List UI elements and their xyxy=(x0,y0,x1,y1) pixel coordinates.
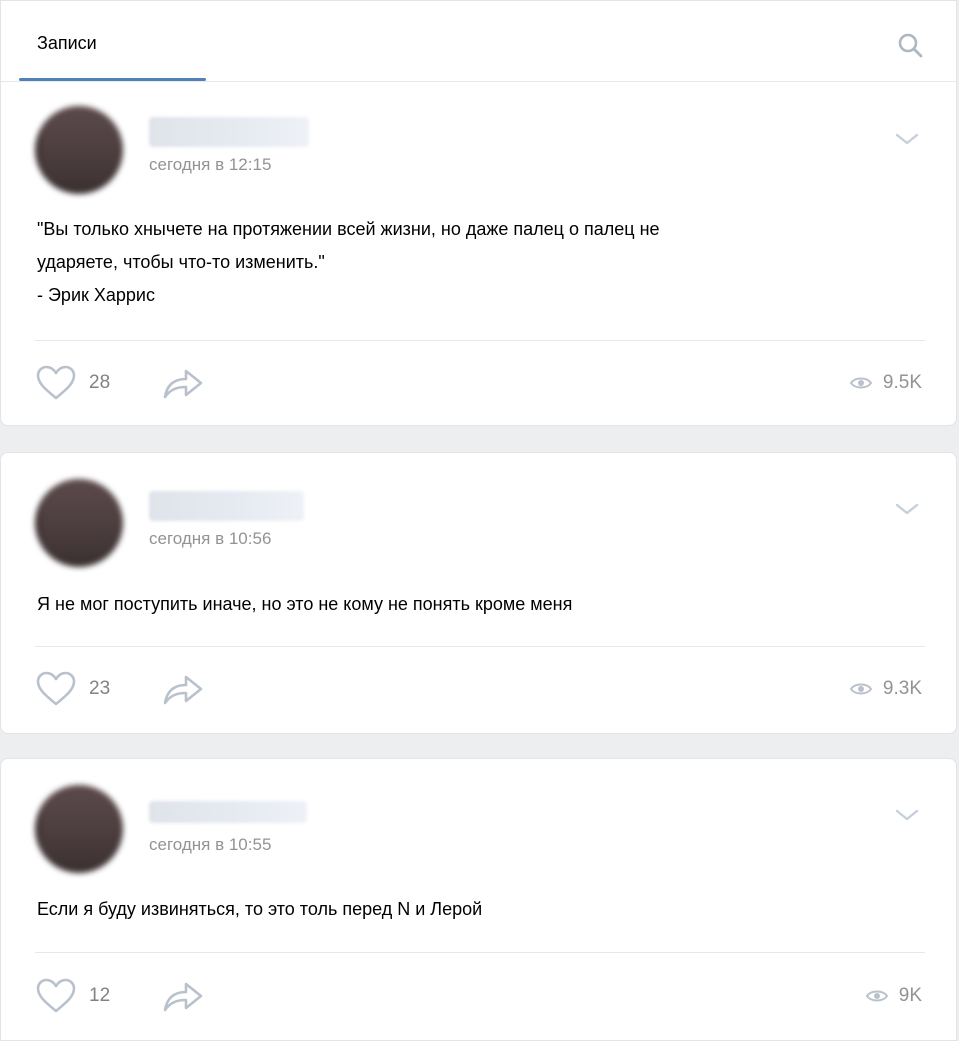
post-text: "Вы только хнычете на протяжении всей жи… xyxy=(37,219,660,305)
heart-icon xyxy=(36,978,76,1013)
like-count: 28 xyxy=(89,372,111,393)
views-count: 9.3K xyxy=(882,678,922,699)
post-text: Если я буду извиняться, то это толь пере… xyxy=(37,899,483,919)
active-tab-indicator xyxy=(19,78,206,81)
divider xyxy=(35,646,925,647)
eye-icon xyxy=(849,683,873,695)
divider xyxy=(35,340,925,341)
chevron-down-icon[interactable] xyxy=(894,807,920,823)
chevron-down-icon[interactable] xyxy=(894,131,920,147)
views-counter: 9.3K xyxy=(849,669,922,709)
views-count: 9K xyxy=(898,985,922,1006)
author-name-blurred[interactable] xyxy=(149,491,304,521)
chevron-down-icon[interactable] xyxy=(894,501,920,517)
search-icon[interactable] xyxy=(896,31,924,59)
like-button[interactable]: 28 xyxy=(35,363,135,403)
post-time[interactable]: сегодня в 12:15 xyxy=(149,155,271,175)
heart-icon xyxy=(36,365,76,400)
views-counter: 9K xyxy=(865,976,922,1016)
tabs-bar: Записи xyxy=(1,1,956,82)
like-count: 12 xyxy=(89,985,111,1006)
share-arrow-icon[interactable] xyxy=(161,363,205,403)
post-card-1: Записи сегодня в 12:15 "Вы только хнычет… xyxy=(0,0,957,426)
share-arrow-icon[interactable] xyxy=(161,976,205,1016)
page: Записи сегодня в 12:15 "Вы только хнычет… xyxy=(0,0,959,1041)
avatar[interactable] xyxy=(35,785,123,873)
like-button[interactable]: 12 xyxy=(35,976,135,1016)
post-card-3: сегодня в 10:55 Если я буду извиняться, … xyxy=(0,758,957,1041)
post-time[interactable]: сегодня в 10:56 xyxy=(149,529,271,549)
tab-posts[interactable]: Записи xyxy=(37,33,97,54)
post-text: Я не мог поступить иначе, но это не кому… xyxy=(37,594,573,614)
post-card-2: сегодня в 10:56 Я не мог поступить иначе… xyxy=(0,452,957,734)
eye-icon xyxy=(865,990,888,1002)
like-count: 23 xyxy=(89,678,111,699)
avatar[interactable] xyxy=(35,479,123,567)
eye-icon xyxy=(849,377,873,389)
author-name-blurred[interactable] xyxy=(149,117,309,147)
share-arrow-icon[interactable] xyxy=(161,669,205,709)
avatar[interactable] xyxy=(35,106,123,194)
views-counter: 9.5K xyxy=(849,363,922,403)
post-time[interactable]: сегодня в 10:55 xyxy=(149,835,271,855)
heart-icon xyxy=(36,671,76,706)
divider xyxy=(35,952,925,953)
author-name-blurred[interactable] xyxy=(149,801,307,823)
like-button[interactable]: 23 xyxy=(35,669,135,709)
views-count: 9.5K xyxy=(882,372,922,393)
